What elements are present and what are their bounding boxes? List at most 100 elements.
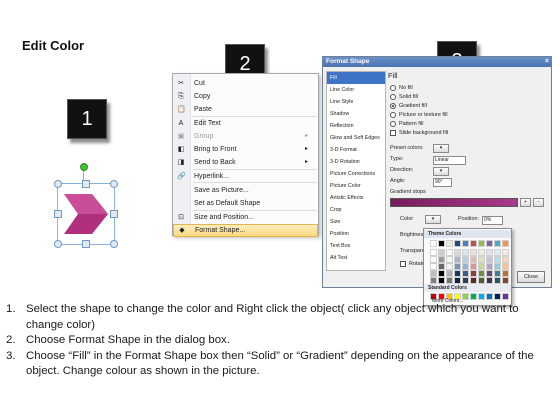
color-swatch[interactable] <box>478 277 485 284</box>
close-icon[interactable]: × <box>545 57 549 67</box>
nav-item-alt-text[interactable]: Alt Text <box>327 252 385 264</box>
color-swatch[interactable] <box>454 277 461 284</box>
color-swatch[interactable] <box>486 270 493 277</box>
color-swatch[interactable] <box>486 263 493 270</box>
color-swatch[interactable] <box>430 270 437 277</box>
nav-item-position[interactable]: Position <box>327 228 385 240</box>
type-select[interactable]: Linear <box>433 156 466 165</box>
gradient-stops-bar[interactable] <box>390 198 518 207</box>
fill-option-solid-fill[interactable]: Solid fill <box>390 93 418 101</box>
color-swatch[interactable] <box>494 240 501 247</box>
color-swatch[interactable] <box>470 249 477 256</box>
nav-item-text-box[interactable]: Text Box <box>327 240 385 252</box>
nav-item-crop[interactable]: Crop <box>327 204 385 216</box>
color-swatch[interactable] <box>502 249 509 256</box>
selected-shape-frame[interactable] <box>54 180 118 248</box>
color-swatch[interactable] <box>454 270 461 277</box>
color-swatch[interactable] <box>446 270 453 277</box>
color-swatch[interactable] <box>478 270 485 277</box>
chevron-shape[interactable] <box>58 184 114 244</box>
fill-option-gradient-fill[interactable]: Gradient fill <box>390 102 427 110</box>
color-swatch[interactable] <box>454 249 461 256</box>
color-swatch[interactable] <box>462 249 469 256</box>
resize-handle-e[interactable] <box>110 210 118 218</box>
color-swatch[interactable] <box>470 240 477 247</box>
menu-item-paste[interactable]: 📋 Paste <box>173 104 318 115</box>
color-swatch[interactable] <box>478 240 485 247</box>
color-swatch[interactable] <box>454 263 461 270</box>
resize-handle-s[interactable] <box>82 240 90 248</box>
color-swatch[interactable] <box>494 270 501 277</box>
menu-item-format-shape[interactable]: ◆ Format Shape... <box>173 224 318 237</box>
color-swatch[interactable] <box>462 270 469 277</box>
menu-item-cut[interactable]: ✂ Cut <box>173 78 318 89</box>
color-swatch[interactable] <box>438 256 445 263</box>
rotate-with-shape-checkbox[interactable]: Rotate <box>400 260 425 269</box>
menu-item-group[interactable]: ▣ Group ▸ <box>173 131 318 142</box>
standard-color-swatch[interactable] <box>486 293 493 300</box>
fill-option-no-fill[interactable]: No fill <box>390 84 413 92</box>
rotation-handle[interactable] <box>80 163 88 171</box>
color-swatch[interactable] <box>494 277 501 284</box>
color-swatch[interactable] <box>478 263 485 270</box>
position-input[interactable]: 0% <box>482 216 503 225</box>
color-swatch[interactable] <box>446 256 453 263</box>
color-swatch[interactable] <box>438 277 445 284</box>
color-swatch[interactable] <box>462 240 469 247</box>
color-swatch[interactable] <box>486 277 493 284</box>
menu-item-bring-to-front[interactable]: ◧ Bring to Front ▸ <box>173 144 318 155</box>
color-swatch[interactable] <box>486 240 493 247</box>
resize-handle-ne[interactable] <box>110 180 118 188</box>
standard-color-swatch[interactable] <box>502 293 509 300</box>
resize-handle-nw[interactable] <box>54 180 62 188</box>
color-swatch[interactable] <box>438 249 445 256</box>
nav-item-reflection[interactable]: Reflection <box>327 120 385 132</box>
color-swatch[interactable] <box>486 249 493 256</box>
nav-item-picture-corrections[interactable]: Picture Corrections <box>327 168 385 180</box>
resize-handle-w[interactable] <box>54 210 62 218</box>
color-swatch[interactable] <box>470 263 477 270</box>
nav-item-size[interactable]: Size <box>327 216 385 228</box>
nav-item-picture-color[interactable]: Picture Color <box>327 180 385 192</box>
menu-item-edit-text[interactable]: A Edit Text <box>173 118 318 129</box>
standard-color-swatch[interactable] <box>494 293 501 300</box>
nav-item-fill[interactable]: Fill <box>327 72 385 84</box>
color-swatch[interactable] <box>478 256 485 263</box>
color-swatch[interactable] <box>446 263 453 270</box>
color-swatch[interactable] <box>438 263 445 270</box>
color-swatch[interactable] <box>430 249 437 256</box>
color-swatch[interactable] <box>446 277 453 284</box>
color-swatch[interactable] <box>478 249 485 256</box>
add-stop-button[interactable]: + <box>520 198 531 207</box>
nav-item-artistic-effects[interactable]: Artistic Effects <box>327 192 385 204</box>
nav-item-line-color[interactable]: Line Color <box>327 84 385 96</box>
direction-dropdown[interactable]: ▾ <box>433 167 449 176</box>
color-swatch[interactable] <box>446 240 453 247</box>
standard-color-swatch[interactable] <box>470 293 477 300</box>
menu-item-copy[interactable]: ⎘ Copy <box>173 91 318 102</box>
color-swatch[interactable] <box>470 277 477 284</box>
color-swatch[interactable] <box>438 240 445 247</box>
nav-item-glow-and-soft-edges[interactable]: Glow and Soft Edges <box>327 132 385 144</box>
color-swatch[interactable] <box>502 263 509 270</box>
preset-colors-dropdown[interactable]: ▾ <box>433 144 449 153</box>
dialog-title-bar[interactable]: Format Shape × <box>323 57 551 67</box>
nav-item-3-d-format[interactable]: 3-D Format <box>327 144 385 156</box>
resize-handle-se[interactable] <box>110 240 118 248</box>
color-swatch[interactable] <box>494 263 501 270</box>
menu-item-hyperlink[interactable]: 🔗 Hyperlink... <box>173 171 318 182</box>
color-swatch[interactable] <box>454 256 461 263</box>
angle-input[interactable]: 90° <box>433 178 452 187</box>
nav-item-line-style[interactable]: Line Style <box>327 96 385 108</box>
menu-item-size-and-position[interactable]: ⊡ Size and Position... <box>173 212 318 223</box>
color-swatch[interactable] <box>446 249 453 256</box>
close-button[interactable]: Close <box>517 271 545 283</box>
nav-item-3-d-rotation[interactable]: 3-D Rotation <box>327 156 385 168</box>
color-swatch[interactable] <box>494 249 501 256</box>
menu-item-set-as-default-shape[interactable]: Set as Default Shape <box>173 198 318 209</box>
color-swatch[interactable] <box>438 270 445 277</box>
remove-stop-button[interactable]: − <box>533 198 544 207</box>
color-swatch[interactable] <box>430 277 437 284</box>
standard-color-swatch[interactable] <box>478 293 485 300</box>
fill-option-picture-or-texture-fill[interactable]: Picture or texture fill <box>390 111 448 119</box>
